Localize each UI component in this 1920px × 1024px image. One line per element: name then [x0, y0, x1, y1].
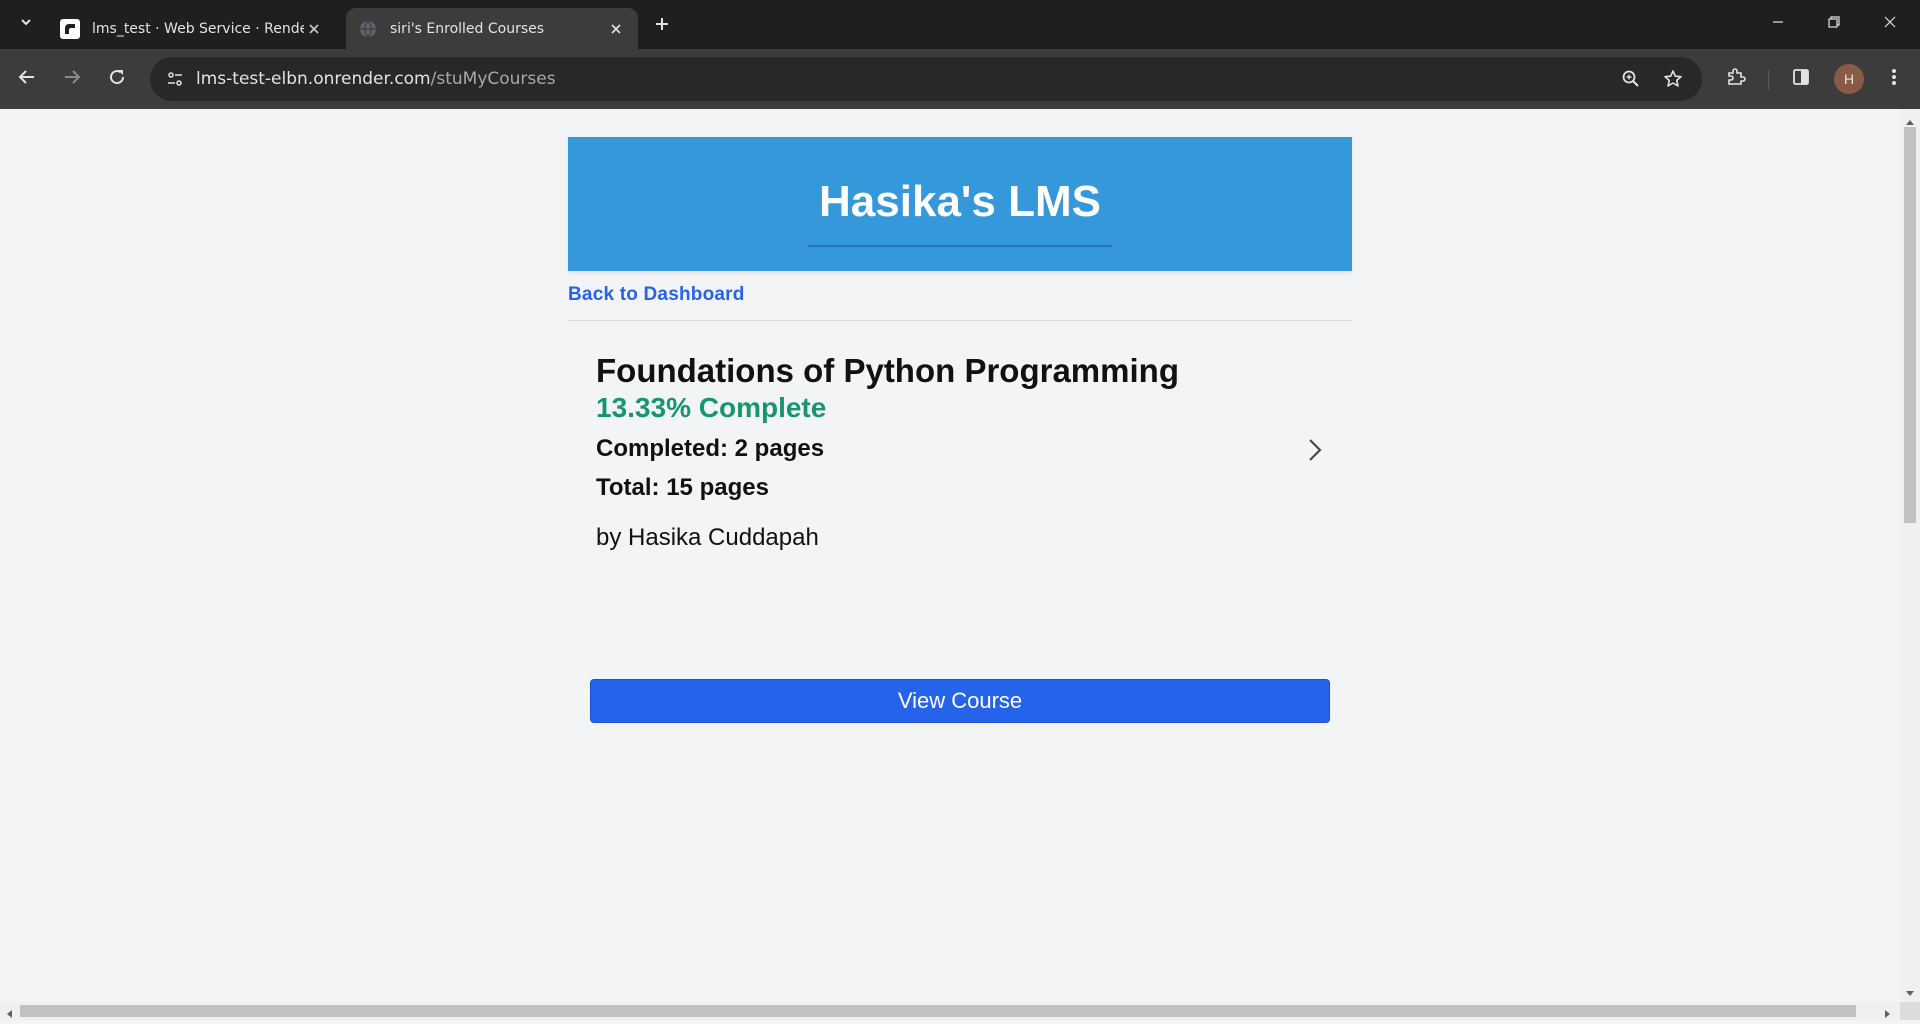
reload-button[interactable] — [99, 61, 135, 97]
close-window-button[interactable] — [1862, 0, 1918, 49]
tab-bar: lms_test · Web Service · Render siri's E… — [0, 0, 1920, 49]
scrollbar-corner — [1900, 1002, 1920, 1020]
restore-button[interactable] — [1806, 0, 1862, 49]
zoom-icon[interactable] — [1618, 66, 1644, 92]
site-header: Hasika's LMS — [568, 137, 1352, 271]
side-panel-button[interactable] — [1783, 61, 1819, 97]
restore-icon — [1827, 15, 1841, 34]
back-button[interactable] — [9, 61, 45, 97]
site-title: Hasika's LMS — [819, 177, 1101, 226]
chevron-down-icon — [19, 15, 33, 34]
extensions-button[interactable] — [1718, 61, 1754, 97]
horizontal-scrollbar[interactable] — [0, 1002, 1900, 1020]
url-path: /stuMyCourses — [430, 69, 556, 89]
bookmark-star-icon[interactable] — [1660, 66, 1686, 92]
globe-icon — [358, 19, 378, 39]
puzzle-icon — [1726, 67, 1746, 92]
tab-enrolled-courses[interactable]: siri's Enrolled Courses — [346, 8, 638, 49]
view-course-button[interactable]: View Course — [590, 679, 1330, 723]
course-card: Foundations of Python Programming 13.33%… — [568, 321, 1352, 723]
vertical-scrollbar[interactable] — [1900, 109, 1920, 1002]
scroll-down-arrow-icon[interactable] — [1905, 985, 1915, 1003]
chevron-right-icon[interactable] — [1303, 434, 1327, 466]
horizontal-scroll-thumb[interactable] — [20, 1005, 1856, 1017]
vertical-scroll-thumb[interactable] — [1904, 127, 1916, 523]
arrow-right-icon — [63, 68, 81, 91]
browser-toolbar: lms-test-elbn.onrender.com/stuMyCourses … — [0, 49, 1920, 109]
minimize-button[interactable] — [1750, 0, 1806, 49]
scroll-right-arrow-icon[interactable] — [1884, 1006, 1892, 1024]
reload-icon — [108, 68, 126, 91]
url-text[interactable]: lms-test-elbn.onrender.com/stuMyCourses — [196, 69, 556, 89]
arrow-left-icon — [18, 68, 36, 91]
tab-search-button[interactable] — [12, 10, 40, 38]
address-bar[interactable]: lms-test-elbn.onrender.com/stuMyCourses — [150, 57, 1702, 101]
scroll-left-arrow-icon[interactable] — [5, 1006, 13, 1024]
back-to-dashboard-link[interactable]: Back to Dashboard — [568, 284, 745, 306]
browser-menu-button[interactable] — [1876, 61, 1912, 97]
profile-avatar[interactable]: H — [1834, 64, 1864, 94]
site-info-icon[interactable] — [162, 66, 188, 92]
close-icon — [1883, 15, 1897, 34]
course-title: Foundations of Python Programming — [596, 352, 1179, 389]
url-domain: lms-test-elbn.onrender.com — [196, 69, 431, 89]
page-viewport: Hasika's LMS Back to Dashboard Foundatio… — [0, 109, 1900, 1002]
close-tab-icon[interactable] — [606, 19, 626, 39]
course-total-pages: Total: 15 pages — [596, 474, 769, 501]
tab-render-dashboard[interactable]: lms_test · Web Service · Render — [48, 8, 336, 49]
forward-button[interactable] — [54, 61, 90, 97]
side-panel-icon — [1791, 67, 1811, 92]
kebab-menu-icon — [1891, 67, 1897, 92]
plus-icon — [654, 16, 670, 37]
tab-title: siri's Enrolled Courses — [390, 20, 545, 37]
tab-title: lms_test · Web Service · Render — [92, 20, 304, 37]
course-author: by Hasika Cuddapah — [596, 524, 819, 551]
close-tab-icon[interactable] — [304, 19, 324, 39]
new-tab-button[interactable] — [648, 12, 676, 40]
render-logo-icon — [60, 18, 80, 39]
toolbar-divider — [1768, 70, 1769, 90]
minimize-icon — [1771, 15, 1785, 34]
course-progress: 13.33% Complete — [596, 392, 827, 423]
course-completed-pages: Completed: 2 pages — [596, 435, 825, 462]
title-underline — [808, 245, 1112, 247]
